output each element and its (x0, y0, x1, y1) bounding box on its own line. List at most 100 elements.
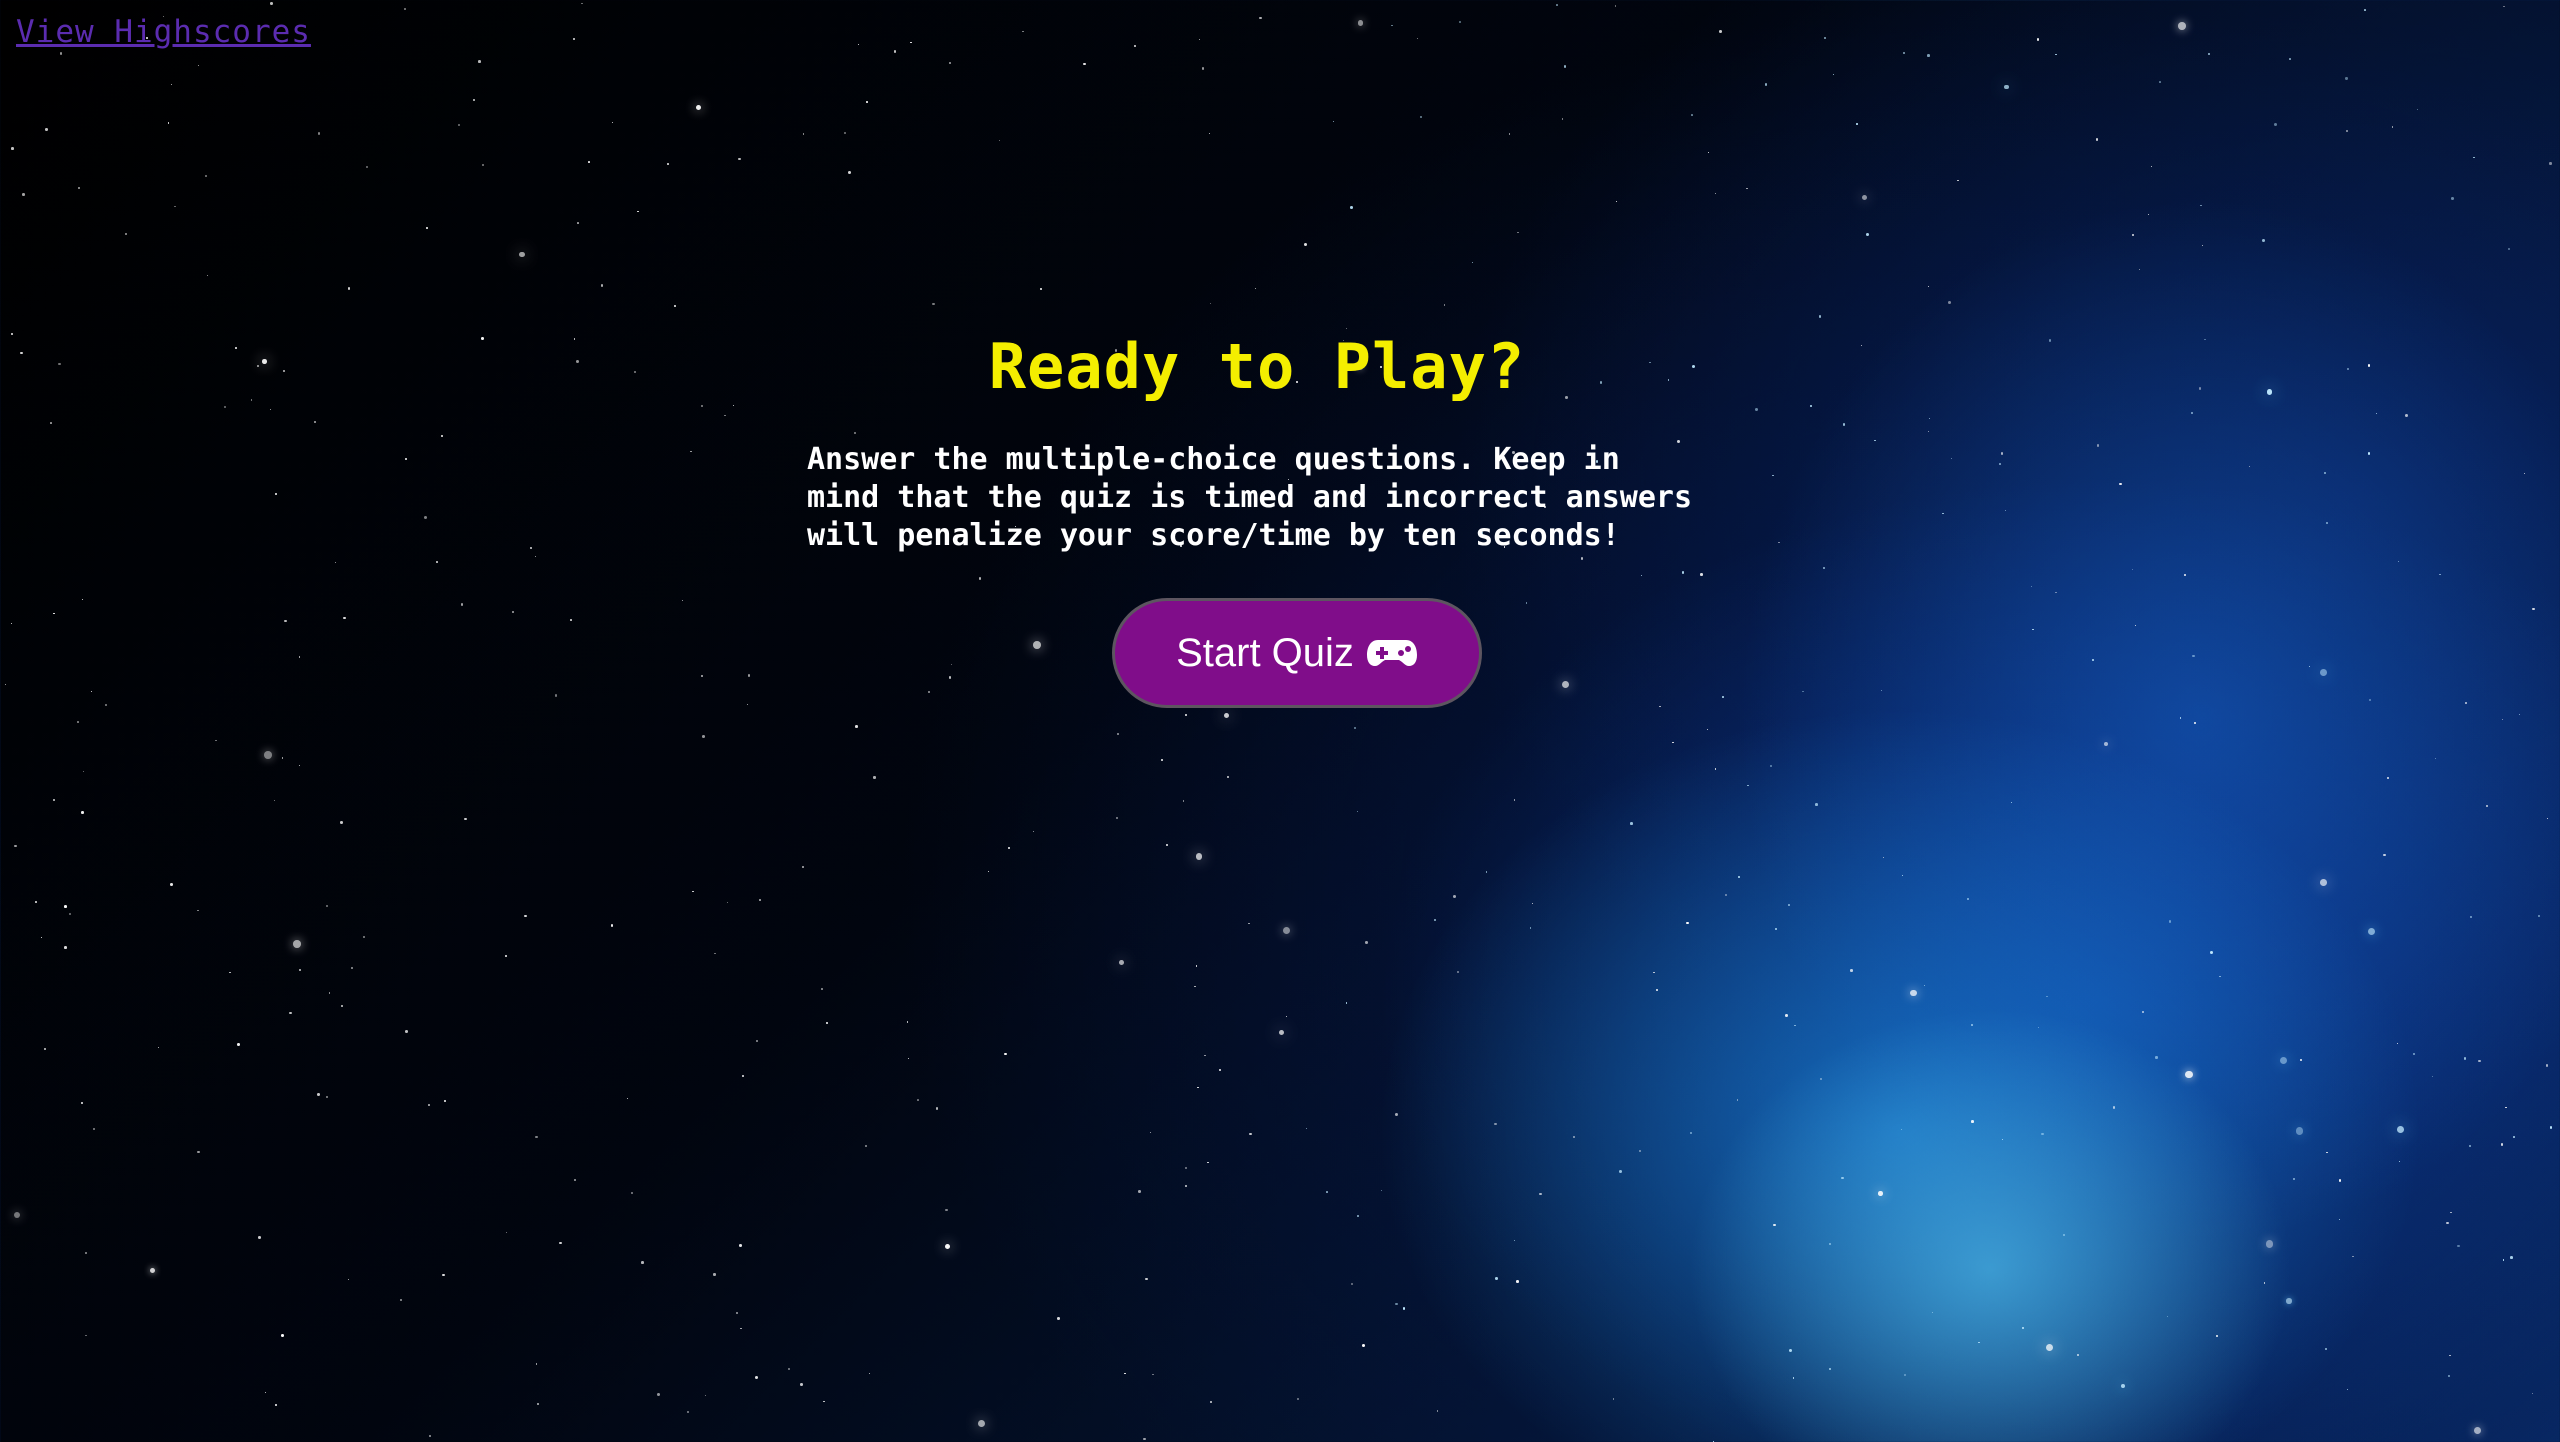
star (1436, 1410, 1439, 1412)
star (1219, 1068, 1222, 1072)
star (1612, 1398, 1615, 1401)
star (53, 612, 55, 615)
star (2435, 757, 2437, 760)
star (950, 663, 952, 665)
star (821, 987, 823, 990)
star (893, 50, 897, 53)
star (747, 703, 749, 706)
star (2474, 1426, 2482, 1434)
star (1572, 1136, 1576, 1139)
star (2396, 1043, 2399, 1045)
star (927, 690, 930, 693)
star (2216, 1335, 2219, 1338)
star (559, 1241, 562, 1245)
star (1004, 1052, 1007, 1055)
star (1883, 856, 1885, 858)
star (2431, 1076, 2433, 1078)
star (35, 901, 38, 903)
star (948, 676, 952, 679)
star (747, 674, 751, 678)
star (700, 675, 703, 678)
star (1538, 1192, 1542, 1196)
star (2159, 81, 2161, 83)
page-title: Ready to Play? (988, 330, 1526, 403)
star (2192, 654, 2195, 657)
star (2155, 1056, 2158, 1059)
star (1353, 726, 1357, 729)
star (428, 1435, 431, 1437)
star (1209, 303, 1211, 305)
star (1345, 1002, 1348, 1004)
star (223, 405, 227, 409)
star (2417, 108, 2419, 111)
star (347, 1279, 349, 1281)
star (787, 1367, 790, 1370)
star (690, 450, 693, 453)
star (2503, 5, 2505, 8)
star (1802, 691, 1804, 693)
star (1755, 407, 1759, 411)
star (2478, 1059, 2481, 1063)
star (85, 1334, 88, 1337)
star (53, 799, 56, 801)
star (2120, 1383, 2126, 1389)
star (634, 371, 636, 374)
view-highscores-link[interactable]: View Highscores (16, 14, 311, 50)
star (1124, 1372, 1126, 1375)
start-quiz-button[interactable]: Start Quiz (1112, 598, 1482, 708)
star (281, 757, 284, 759)
star (2148, 214, 2150, 216)
star (426, 227, 429, 229)
star (917, 1099, 919, 1101)
star (44, 1047, 47, 1050)
star (5, 683, 7, 685)
star (298, 968, 301, 971)
star (1149, 1132, 1151, 1134)
star (576, 359, 580, 363)
star (1403, 1307, 1406, 1310)
star (873, 776, 876, 779)
star (1561, 118, 1564, 120)
star (2138, 268, 2141, 270)
star (2451, 197, 2454, 200)
star (2309, 665, 2310, 667)
star (2512, 1136, 2515, 1138)
star (1927, 285, 1929, 288)
star (158, 1047, 160, 1049)
star (2004, 509, 2007, 512)
star (1927, 430, 1930, 432)
star (1196, 1086, 1199, 1089)
star (1514, 1239, 1516, 1241)
star (1910, 989, 1917, 996)
star (732, 404, 735, 406)
star (524, 914, 527, 917)
star (1880, 689, 1883, 692)
star (1166, 843, 1168, 846)
star (759, 899, 761, 901)
star (2323, 472, 2326, 475)
star (1532, 902, 1534, 904)
star (427, 1104, 430, 1106)
star (1707, 152, 1709, 154)
star (2103, 741, 2108, 746)
star (1326, 1191, 1328, 1193)
star (262, 359, 267, 364)
star (534, 1135, 538, 1139)
star (2510, 1256, 2513, 1259)
star (1279, 1030, 1285, 1036)
star (724, 414, 726, 417)
star (1829, 1243, 1832, 1246)
star (125, 232, 128, 235)
star (317, 132, 320, 135)
star (1209, 132, 1211, 134)
star (197, 64, 199, 66)
star (2396, 1125, 2404, 1133)
star (2347, 1389, 2349, 1391)
star (2391, 126, 2394, 128)
star (1927, 54, 1930, 57)
star (1874, 439, 1876, 442)
star (2046, 995, 2048, 998)
star (977, 1419, 985, 1427)
star (1957, 179, 1960, 182)
star (1999, 462, 2002, 465)
